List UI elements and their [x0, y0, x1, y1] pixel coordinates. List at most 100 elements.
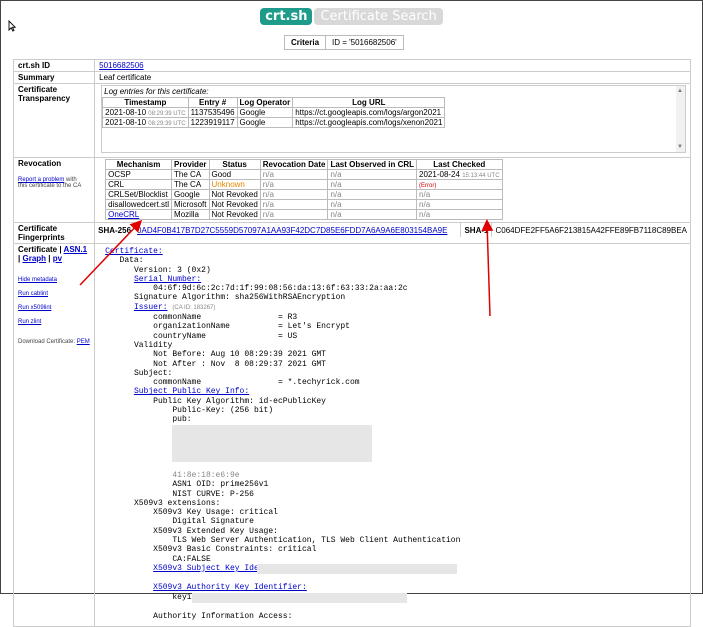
cert-line: Validity [133, 340, 173, 350]
col-header: Log Operator [236, 97, 294, 108]
separator: | [18, 254, 21, 263]
cert-line: X509v3 extensions: [133, 498, 221, 508]
timestamp-time: 08:29:39 UTC [148, 111, 186, 117]
log-operator: Google [236, 107, 294, 118]
col-header: Timestamp [102, 97, 189, 108]
cert-line: commonName = R3 [153, 313, 298, 323]
sha1-label: SHA-1 [464, 225, 489, 235]
table-row: 2021-08-10 08:29:39 UTC 1223919117 Googl… [102, 117, 446, 128]
run-cablint-link[interactable]: Run cablint [18, 291, 90, 297]
revocation-date: n/a [259, 179, 329, 190]
col-header: Last Checked [416, 159, 503, 170]
criteria-value: ID = '5016682506' [325, 35, 404, 50]
row-label: Certificate Transparency [12, 83, 96, 158]
issuer-link[interactable]: Issuer: [134, 303, 168, 312]
pv-link[interactable]: pv [53, 254, 62, 263]
graph-link[interactable]: Graph [22, 254, 46, 263]
col-header: Status [208, 159, 261, 170]
col-header: Revocation Date [259, 159, 329, 170]
revocation-date: n/a [259, 199, 329, 210]
col-header: Last Observed in CRL [327, 159, 418, 170]
crtsh-id-link[interactable]: 5016682506 [99, 61, 144, 70]
serial-number-link[interactable]: Serial Number: [134, 275, 201, 284]
last-observed: n/a [327, 209, 418, 220]
cert-line: commonName = *.techyrick.com [153, 378, 360, 388]
revocation-table: Mechanism Provider Status Revocation Dat… [105, 159, 503, 220]
asn1-link[interactable]: ASN.1 [64, 245, 88, 254]
cert-line: countryName = US [153, 331, 298, 341]
row-label: crt.sh ID [12, 59, 96, 72]
run-zlint-link[interactable]: Run zlint [18, 319, 90, 325]
cert-line: X509v3 Extended Key Usage: [153, 526, 278, 536]
revocation-date: n/a [259, 209, 329, 220]
row-summary: Summary Leaf certificate [12, 71, 691, 84]
timestamp-time: 08:29:39 UTC [148, 121, 186, 127]
cert-line: X509v3 Basic Constraints: critical [153, 545, 317, 555]
status: Good [208, 169, 261, 180]
scroll-down-icon[interactable]: ▼ [677, 144, 683, 150]
redacted-block [172, 424, 373, 462]
cert-line: X509v3 Key Usage: critical [153, 508, 278, 518]
authority-key-identifier-link[interactable]: X509v3 Authority Key Identifier: [153, 583, 307, 592]
summary-value: Leaf certificate [94, 71, 691, 84]
log-operator: Google [236, 117, 294, 128]
last-observed: n/a [327, 169, 418, 180]
status: Unknown [208, 179, 261, 190]
onecrl-link[interactable]: OneCRL [108, 210, 139, 219]
cert-line: NIST CURVE: P-256 [172, 489, 254, 499]
separator: | [48, 254, 51, 263]
cert-line: Not After : Nov 8 08:29:37 2021 GMT [153, 359, 326, 369]
page-title: Certificate Search [314, 8, 443, 25]
mechanism: OCSP [105, 169, 173, 180]
cert-line: Public-Key: (256 bit) [172, 406, 274, 416]
provider: The CA [171, 169, 210, 180]
redacted-block [191, 592, 407, 603]
status: Not Revoked [208, 209, 261, 220]
row-fingerprints: Certificate Fingerprints SHA-256 0AD4F0B… [12, 222, 691, 244]
download-pem-link[interactable]: PEM [77, 339, 90, 345]
provider: Google [171, 189, 210, 200]
revocation-date: n/a [259, 169, 329, 180]
log-url: https://ct.googleapis.com/logs/argon2021 [292, 107, 446, 118]
row-label: Summary [12, 71, 96, 84]
col-header: Entry # [187, 97, 238, 108]
cert-line: Data: [119, 256, 144, 266]
cert-line: Version: 3 (0x2) [133, 265, 211, 275]
last-checked-time: 15:13:44 UTC [462, 173, 500, 179]
crtsh-logo[interactable]: crt.sh [260, 8, 313, 25]
row-revocation: Revocation Report a problem with this ce… [12, 157, 691, 223]
row-label: Certificate [18, 245, 58, 254]
cert-line: organizationName = Let's Encrypt [153, 322, 350, 332]
last-checked: 2021-08-24 [419, 170, 460, 179]
scroll-up-icon[interactable]: ▲ [677, 88, 683, 94]
redacted-block [257, 563, 458, 574]
subject-public-key-info-link[interactable]: Subject Public Key Info: [134, 387, 249, 396]
cert-line: Authority Information Access: [153, 611, 293, 621]
run-x509lint-link[interactable]: Run x509lint [18, 305, 90, 311]
last-observed: n/a [327, 199, 418, 210]
provider: Mozilla [171, 209, 210, 220]
ct-log-scroll-box[interactable]: Log entries for this certificate: Timest… [101, 85, 686, 153]
cert-line: Signature Algorithm: sha256WithRSAEncryp… [133, 293, 346, 303]
cert-line: Subject: [133, 368, 173, 378]
status: Not Revoked [208, 189, 261, 200]
timestamp-date: 2021-08-10 [105, 108, 147, 117]
col-header: Mechanism [105, 159, 173, 170]
hide-metadata-link[interactable]: Hide metadata [18, 277, 90, 283]
last-observed: n/a [327, 189, 418, 200]
row-certificate: Certificate | ASN.1 | Graph | pv Hide me… [12, 243, 691, 627]
ct-scrollbar[interactable]: ▲ ▼ [676, 86, 685, 152]
col-header: Log URL [292, 97, 446, 108]
ct-log-table: Timestamp Entry # Log Operator Log URL 2… [102, 97, 446, 128]
timestamp-date: 2021-08-10 [105, 118, 147, 127]
certificate-text: Certificate: Data: Version: 3 (0x2) Seri… [94, 243, 691, 627]
sha256-link[interactable]: 0AD4F0B417B7D27C5559D57097A1AA93F42DC7D8… [134, 226, 450, 235]
fingerprint-bar: SHA-256 0AD4F0B417B7D27C5559D57097A1AA93… [95, 223, 690, 237]
certificate-link[interactable]: Certificate: [105, 247, 163, 256]
row-crtsh-id: crt.sh ID 5016682506 [12, 59, 691, 72]
cert-line: TLS Web Server Authentication, TLS Web C… [172, 536, 461, 546]
criteria-table: Criteria ID = '5016682506' [283, 35, 404, 50]
mechanism: disallowedcert.stl [105, 199, 173, 210]
log-url: https://ct.googleapis.com/logs/xenon2021 [292, 117, 446, 128]
error-label: (Error) [419, 183, 437, 189]
